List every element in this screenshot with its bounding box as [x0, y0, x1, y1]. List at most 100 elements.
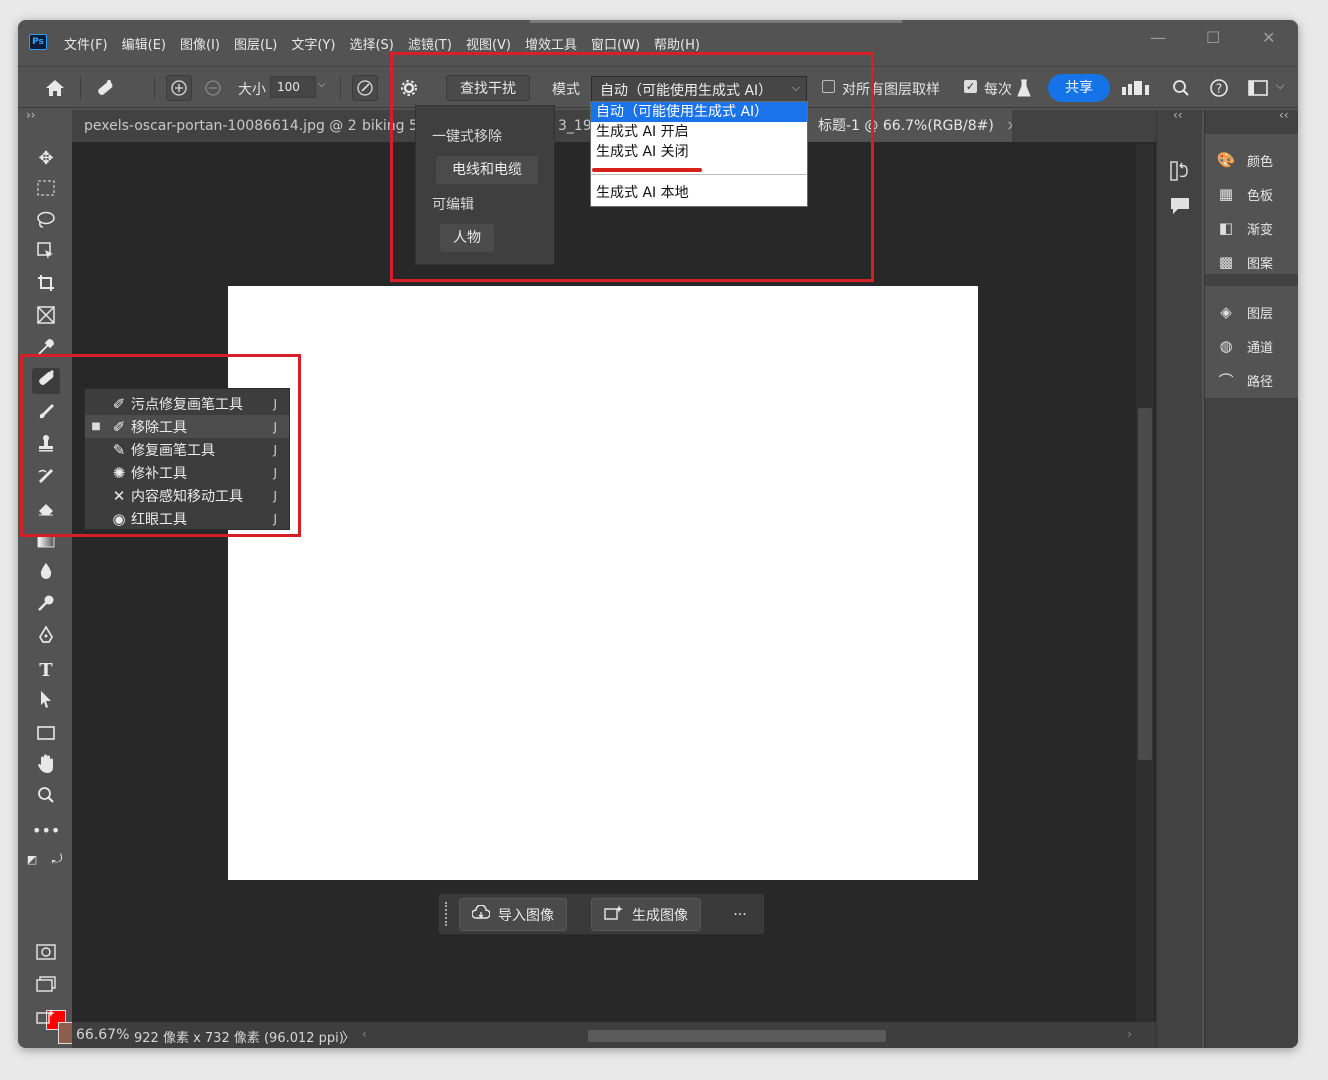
- lasso-tool-icon[interactable]: [32, 210, 60, 236]
- color-panel-tab[interactable]: 🎨 颜色: [1215, 148, 1273, 172]
- swap-colors-icon[interactable]: ⤾: [48, 852, 66, 868]
- size-input[interactable]: 100: [270, 76, 316, 98]
- comments-panel-icon[interactable]: [1169, 196, 1191, 218]
- generate-image-button[interactable]: 生成图像: [591, 898, 701, 931]
- horizontal-scrollbar-thumb[interactable]: [588, 1030, 886, 1042]
- status-menu-arrow-icon[interactable]: 〉: [342, 1027, 355, 1046]
- layers-stack-icon: ◈: [1220, 303, 1232, 321]
- size-dropdown-chevron-icon[interactable]: ⌵: [318, 79, 326, 90]
- channels-circles-icon: ◍: [1219, 337, 1233, 355]
- blur-tool-icon[interactable]: [32, 562, 60, 588]
- photoshop-logo: Ps: [29, 34, 47, 50]
- menu-plugins[interactable]: 增效工具: [525, 34, 577, 53]
- menu-file[interactable]: 文件(F): [64, 34, 108, 53]
- share-button[interactable]: 共享: [1048, 74, 1110, 102]
- document-canvas[interactable]: [228, 286, 978, 880]
- help-icon[interactable]: ?: [1208, 75, 1230, 101]
- menu-type[interactable]: 文字(Y): [291, 34, 335, 53]
- horizontal-scrollbar[interactable]: ‹ ›: [362, 1025, 1132, 1043]
- swatches-grid-icon: ▦: [1218, 185, 1234, 203]
- crop-tool-icon[interactable]: [32, 274, 60, 300]
- layers-panel-label: 图层: [1247, 306, 1274, 322]
- tab-close-icon[interactable]: ×: [1006, 118, 1012, 134]
- size-label: 大小: [238, 82, 266, 98]
- palette-icon: 🎨: [1216, 151, 1236, 169]
- menu-edit[interactable]: 编辑(E): [122, 34, 166, 53]
- close-button[interactable]: ✕: [1262, 28, 1275, 47]
- rectangle-tool-icon[interactable]: [32, 722, 60, 748]
- workspace-icon[interactable]: [1246, 75, 1270, 101]
- scroll-right-icon[interactable]: ›: [1127, 1027, 1132, 1041]
- vertical-scrollbar[interactable]: [1136, 144, 1154, 1024]
- layers-panel-tab[interactable]: ◈ 图层: [1215, 300, 1273, 324]
- quick-mask-icon[interactable]: [32, 942, 60, 968]
- screen-mode-icon[interactable]: [32, 974, 60, 1000]
- every-stroke-checkbox[interactable]: ✓: [964, 80, 977, 93]
- type-tool-icon[interactable]: T: [32, 658, 60, 684]
- bezier-path-icon: ⌒: [1218, 371, 1234, 390]
- channels-panel-label: 通道: [1247, 340, 1274, 356]
- zoom-tool-icon[interactable]: [32, 786, 60, 812]
- right-panel-dock: ‹‹ 🎨 颜色 ▦ 色板 ◧ 渐变 ▩ 图案 ◈ 图层 ◍ 通道 ⌒ 路径: [1204, 108, 1298, 1048]
- import-image-button[interactable]: 导入图像: [459, 898, 567, 931]
- collapse-panel-icon[interactable]: ‹‹: [1173, 108, 1183, 122]
- menu-view[interactable]: 视图(V): [466, 34, 511, 53]
- pressure-size-icon[interactable]: [352, 75, 378, 101]
- menu-select[interactable]: 选择(S): [349, 34, 393, 53]
- frame-tool-icon[interactable]: [32, 306, 60, 332]
- right-icon-panel: ‹‹: [1156, 108, 1202, 1048]
- gradients-panel-tab[interactable]: ◧ 渐变: [1215, 216, 1273, 240]
- svg-text:?: ?: [1216, 82, 1222, 96]
- menu-window[interactable]: 窗口(W): [591, 34, 640, 53]
- vertical-scrollbar-thumb[interactable]: [1138, 408, 1152, 760]
- layer-panels-group: ◈ 图层 ◍ 通道 ⌒ 路径: [1205, 286, 1298, 398]
- move-tool-icon[interactable]: ✥: [32, 146, 60, 172]
- home-icon[interactable]: [42, 75, 68, 101]
- object-selection-tool-icon[interactable]: [32, 242, 60, 268]
- lab-flask-icon[interactable]: [1014, 75, 1034, 101]
- maximize-button[interactable]: ☐: [1206, 28, 1220, 47]
- channels-panel-tab[interactable]: ◍ 通道: [1215, 334, 1273, 358]
- path-selection-tool-icon[interactable]: [32, 690, 60, 716]
- tab-pexels-photo[interactable]: pexels-oscar-portan-10086614.jpg @ 25…: [72, 110, 356, 142]
- menu-items: 文件(F) 编辑(E) 图像(I) 图层(L) 文字(Y) 选择(S) 滤镜(T…: [64, 34, 700, 53]
- pen-tool-icon[interactable]: [32, 625, 60, 652]
- taskbar-drag-handle[interactable]: [445, 902, 449, 926]
- default-colors-icon[interactable]: ◩: [24, 852, 40, 868]
- document-dimensions: 922 像素 x 732 像素 (96.012 ppi): [134, 1031, 344, 1046]
- gradients-panel-label: 渐变: [1247, 222, 1274, 238]
- scroll-left-icon[interactable]: ‹: [362, 1027, 367, 1041]
- more-options-button[interactable]: ···: [723, 902, 757, 928]
- swatches-panel-tab[interactable]: ▦ 色板: [1215, 182, 1273, 206]
- photoshop-window: Ps 文件(F) 编辑(E) 图像(I) 图层(L) 文字(Y) 选择(S) 滤…: [18, 20, 1298, 1048]
- annotation-box-mode: [390, 52, 874, 282]
- generate-image-label: 生成图像: [632, 907, 688, 924]
- collapse-toolbar-icon[interactable]: ››: [26, 108, 36, 122]
- workspace-chevron-icon[interactable]: ⌵: [1276, 79, 1284, 93]
- menu-filter[interactable]: 滤镜(T): [408, 34, 452, 53]
- menu-help[interactable]: 帮助(H): [654, 34, 700, 53]
- beta-features-icon[interactable]: [1118, 75, 1158, 101]
- color-panels-group: 🎨 颜色 ▦ 色板 ◧ 渐变 ▩ 图案: [1205, 134, 1298, 274]
- subtract-mode-icon[interactable]: [200, 75, 226, 101]
- patterns-panel-tab[interactable]: ▩ 图案: [1215, 250, 1273, 274]
- paths-panel-tab[interactable]: ⌒ 路径: [1215, 368, 1273, 392]
- generative-fill-icon[interactable]: [32, 1008, 60, 1034]
- minimize-button[interactable]: —: [1150, 28, 1166, 47]
- status-bar: 66.67% 922 像素 x 732 像素 (96.012 ppi) 〉 ‹ …: [72, 1022, 1156, 1048]
- annotation-box-tools: [20, 354, 301, 537]
- collapse-dock-icon[interactable]: ‹‹: [1279, 108, 1289, 122]
- search-icon[interactable]: [1170, 75, 1192, 101]
- zoom-level[interactable]: 66.67%: [76, 1027, 129, 1043]
- hand-tool-icon[interactable]: [32, 754, 60, 780]
- menu-layer[interactable]: 图层(L): [234, 34, 277, 53]
- menu-image[interactable]: 图像(I): [180, 34, 220, 53]
- history-panel-icon[interactable]: [1169, 160, 1191, 182]
- import-image-label: 导入图像: [498, 907, 554, 924]
- remove-tool-preset-icon[interactable]: [92, 75, 118, 101]
- add-mode-icon[interactable]: [166, 75, 192, 101]
- more-tools-icon[interactable]: •••: [32, 818, 60, 844]
- dodge-tool-icon[interactable]: [32, 594, 60, 620]
- generate-image-icon: [604, 904, 624, 926]
- marquee-tool-icon[interactable]: [32, 178, 60, 204]
